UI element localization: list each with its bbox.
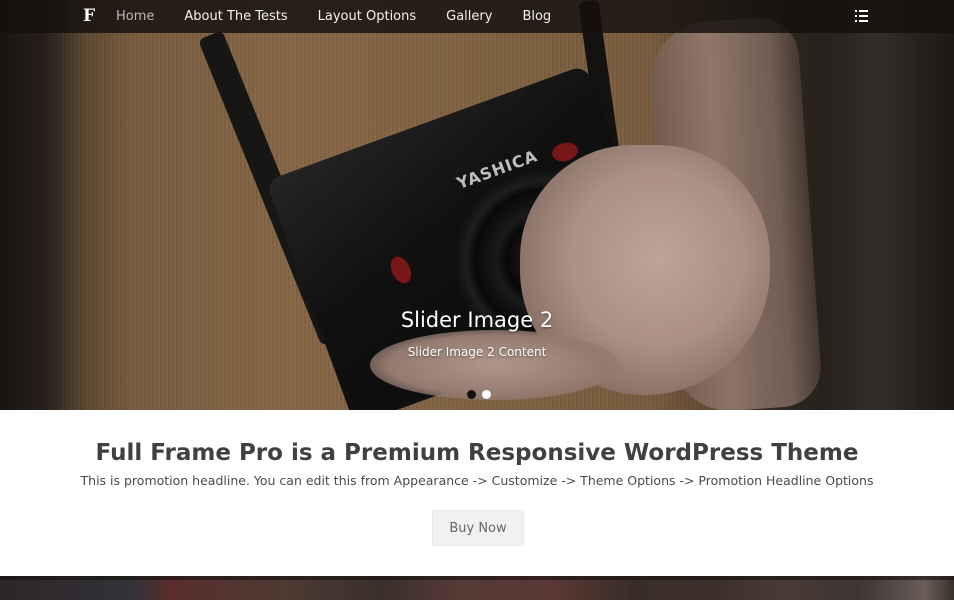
section-divider xyxy=(0,576,954,580)
promotion-subtitle: This is promotion headline. You can edit… xyxy=(80,473,874,488)
slider-pager xyxy=(467,390,491,399)
nav-item-home[interactable]: Home xyxy=(116,9,154,24)
site-logo[interactable]: F xyxy=(83,7,95,26)
list-menu-icon[interactable] xyxy=(855,10,869,22)
site-navbar: F Home About The Tests Layout Options Ga… xyxy=(0,0,954,33)
slide-content: Slider Image 2 Content xyxy=(407,345,547,359)
slide-title: Slider Image 2 xyxy=(400,308,554,332)
page: YASHICA Slider Image 2 Slider Image 2 Co… xyxy=(0,0,954,600)
hero-slider: YASHICA Slider Image 2 Slider Image 2 Co… xyxy=(0,0,954,410)
promotion-title: Full Frame Pro is a Premium Responsive W… xyxy=(95,440,859,466)
promotion-headline: Full Frame Pro is a Premium Responsive W… xyxy=(0,410,954,576)
buy-now-button[interactable]: Buy Now xyxy=(432,510,524,546)
nav-item-gallery[interactable]: Gallery xyxy=(446,9,492,24)
pager-dot-1[interactable] xyxy=(467,390,476,399)
nav-item-about-the-tests[interactable]: About The Tests xyxy=(184,9,287,24)
nav-item-blog[interactable]: Blog xyxy=(522,9,551,24)
next-section-image xyxy=(0,576,954,600)
nav-item-layout-options[interactable]: Layout Options xyxy=(318,9,416,24)
pager-dot-2[interactable] xyxy=(482,390,491,399)
primary-menu: Home About The Tests Layout Options Gall… xyxy=(116,0,581,33)
